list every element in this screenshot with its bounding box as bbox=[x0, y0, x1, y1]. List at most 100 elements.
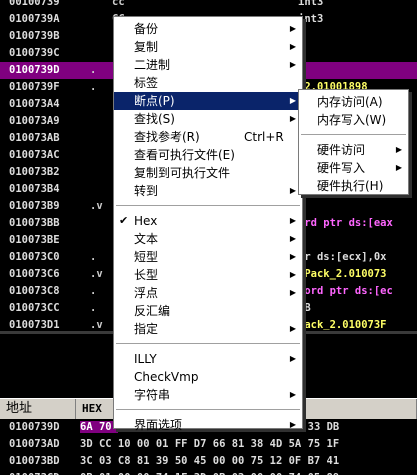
disasm-jump-mark: .v bbox=[90, 268, 103, 280]
menu-item[interactable]: 硬件执行(H) bbox=[299, 177, 408, 195]
submenu-arrow-icon: ▶ bbox=[395, 145, 402, 154]
menu-item[interactable]: CheckVmp bbox=[114, 368, 302, 386]
submenu-arrow-icon: ▶ bbox=[289, 234, 296, 243]
menu-item-label: 复制 bbox=[134, 40, 159, 54]
menu-item-label: ILLY bbox=[134, 352, 157, 366]
menu-item[interactable]: 文本 ▶ bbox=[114, 230, 302, 248]
menu-item[interactable]: 字符串 ▶ bbox=[114, 386, 302, 404]
menu-item[interactable]: 查找参考(R) Ctrl+R bbox=[114, 128, 302, 146]
disasm-instruction: word ptr ds:[ec bbox=[298, 285, 393, 297]
menu-separator bbox=[301, 134, 406, 136]
dump-row[interactable]: 010073AD 3D CC 10 00 01 FF D7 66 81 38 4D… bbox=[0, 436, 417, 453]
menu-item-label: 查找(S) bbox=[134, 112, 175, 126]
disasm-address: 010073A9 bbox=[9, 115, 60, 127]
menu-item[interactable]: ✔ Hex ▶ bbox=[114, 212, 302, 230]
submenu-arrow-icon: ▶ bbox=[289, 420, 296, 429]
menu-item[interactable]: ILLY ▶ bbox=[114, 350, 302, 368]
menu-item-label: 文本 bbox=[134, 232, 159, 246]
disasm-address: 010073D1 bbox=[9, 319, 60, 330]
disasm-address: 010073B9 bbox=[9, 200, 60, 212]
submenu-arrow-icon: ▶ bbox=[289, 216, 296, 225]
context-menu: 备份 ▶ 复制 ▶ 二进制 ▶ 标签 断点(P) ▶ 查找(S) ▶ 查找参考(R) Ctrl+R 查看可… bbox=[113, 16, 303, 432]
menu-item-label: 指定 bbox=[134, 322, 159, 336]
disasm-address: 0100739D bbox=[9, 64, 60, 76]
menu-separator bbox=[116, 205, 300, 207]
menu-item[interactable]: 浮点 ▶ bbox=[114, 284, 302, 302]
disasm-jump-mark: .v bbox=[90, 200, 103, 212]
menu-item-label: 字符串 bbox=[134, 388, 171, 402]
menu-item-label: 转到 bbox=[134, 184, 159, 198]
menu-item[interactable]: 查找(S) ▶ bbox=[114, 110, 302, 128]
menu-item-label: 反汇编 bbox=[134, 304, 171, 318]
submenu-arrow-icon: ▶ bbox=[289, 42, 296, 51]
menu-item[interactable]: 复制 ▶ bbox=[114, 38, 302, 56]
menu-item[interactable]: 备份 ▶ bbox=[114, 20, 302, 38]
menu-item-label: 长型 bbox=[134, 268, 159, 282]
disasm-jump-mark: . bbox=[90, 285, 97, 297]
disasm-instruction: SPack_2.010073 bbox=[298, 268, 387, 280]
disasm-jump-mark: .v bbox=[90, 319, 103, 330]
disasm-instruction: int3 bbox=[298, 0, 324, 8]
disasm-address: 010073CC bbox=[9, 302, 60, 314]
dump-address: 0100739D bbox=[9, 421, 60, 433]
menu-item-label: 二进制 bbox=[134, 58, 171, 72]
menu-separator bbox=[116, 343, 300, 345]
menu-item-label: 内存访问(A) bbox=[317, 95, 383, 109]
menu-item[interactable]: 标签 bbox=[114, 74, 302, 92]
submenu-arrow-icon: ▶ bbox=[289, 24, 296, 33]
menu-item-label: CheckVmp bbox=[134, 370, 199, 384]
disasm-jump-mark: . bbox=[90, 64, 97, 76]
submenu-arrow-icon: ▶ bbox=[289, 390, 296, 399]
menu-item-label: 断点(P) bbox=[134, 94, 175, 108]
menu-item[interactable]: 转到 ▶ bbox=[114, 182, 302, 200]
disasm-address: 010073C8 bbox=[9, 285, 60, 297]
menu-item-label: 硬件执行(H) bbox=[317, 179, 384, 193]
submenu-arrow-icon: ▶ bbox=[395, 163, 402, 172]
disasm-jump-mark: . bbox=[90, 302, 97, 314]
disasm-row[interactable]: 00100739 cc int3 bbox=[0, 0, 417, 11]
menu-item-label: Hex bbox=[134, 214, 158, 228]
menu-item[interactable]: 内存访问(A) bbox=[299, 93, 408, 111]
dump-address: 010073AD bbox=[9, 438, 60, 450]
submenu-arrow-icon: ▶ bbox=[289, 114, 296, 123]
disasm-address: 010073A4 bbox=[9, 98, 60, 110]
disasm-address: 010073C0 bbox=[9, 251, 60, 263]
menu-item[interactable]: 复制到可执行文件 bbox=[114, 164, 302, 182]
disasm-address: 0100739B bbox=[9, 30, 60, 42]
disasm-instruction: ord ptr ds:[eax bbox=[298, 217, 393, 229]
menu-item[interactable]: 二进制 ▶ bbox=[114, 56, 302, 74]
submenu-arrow-icon: ▶ bbox=[289, 96, 296, 105]
menu-item[interactable]: 界面选项 ▶ bbox=[114, 416, 302, 434]
disasm-hex: cc bbox=[112, 0, 125, 8]
check-icon: ✔ bbox=[119, 214, 129, 227]
disasm-address: 010073C6 bbox=[9, 268, 60, 280]
menu-item-label: 查找参考(R) bbox=[134, 130, 200, 144]
dump-row[interactable]: 010073BD 3C 03 C8 81 39 50 45 00 00 75 12… bbox=[0, 453, 417, 470]
menu-item[interactable]: 反汇编 bbox=[114, 302, 302, 320]
menu-item[interactable]: 长型 ▶ bbox=[114, 266, 302, 284]
menu-item-label: 复制到可执行文件 bbox=[134, 166, 231, 180]
submenu-arrow-icon: ▶ bbox=[289, 270, 296, 279]
dump-bytes: 3D CC 10 00 01 FF D7 66 81 38 4D 5A 75 1… bbox=[80, 438, 340, 450]
menu-item[interactable]: 短型 ▶ bbox=[114, 248, 302, 266]
menu-item[interactable]: 内存写入(W) bbox=[299, 111, 408, 129]
menu-item-label: 标签 bbox=[134, 76, 159, 90]
menu-item[interactable]: 断点(P) ▶ bbox=[114, 92, 302, 110]
disasm-address: 010073AB bbox=[9, 132, 60, 144]
menu-item[interactable]: 指定 ▶ bbox=[114, 320, 302, 338]
disasm-address: 0100739A bbox=[9, 13, 60, 25]
disasm-address: 010073BE bbox=[9, 234, 60, 246]
dump-address: 010073CD bbox=[9, 470, 60, 475]
menu-item[interactable]: 硬件写入 ▶ bbox=[299, 159, 408, 177]
menu-item[interactable]: 硬件访问 ▶ bbox=[299, 141, 408, 159]
disasm-address: 010073BB bbox=[9, 217, 60, 229]
submenu-arrow-icon: ▶ bbox=[289, 252, 296, 261]
disasm-address: 010073B4 bbox=[9, 183, 60, 195]
menu-item-shortcut: Ctrl+R bbox=[244, 130, 284, 144]
menu-item-label: 浮点 bbox=[134, 286, 159, 300]
disasm-instruction: tr ds:[ecx],0x bbox=[298, 251, 387, 263]
menu-item[interactable]: 查看可执行文件(E) bbox=[114, 146, 302, 164]
menu-item-label: 短型 bbox=[134, 250, 159, 264]
dump-row[interactable]: 010073CD 0B 01 00 00 74 1F 3D 0B 02 00 00… bbox=[0, 470, 417, 475]
column-header-address[interactable]: 地址 bbox=[0, 399, 76, 419]
